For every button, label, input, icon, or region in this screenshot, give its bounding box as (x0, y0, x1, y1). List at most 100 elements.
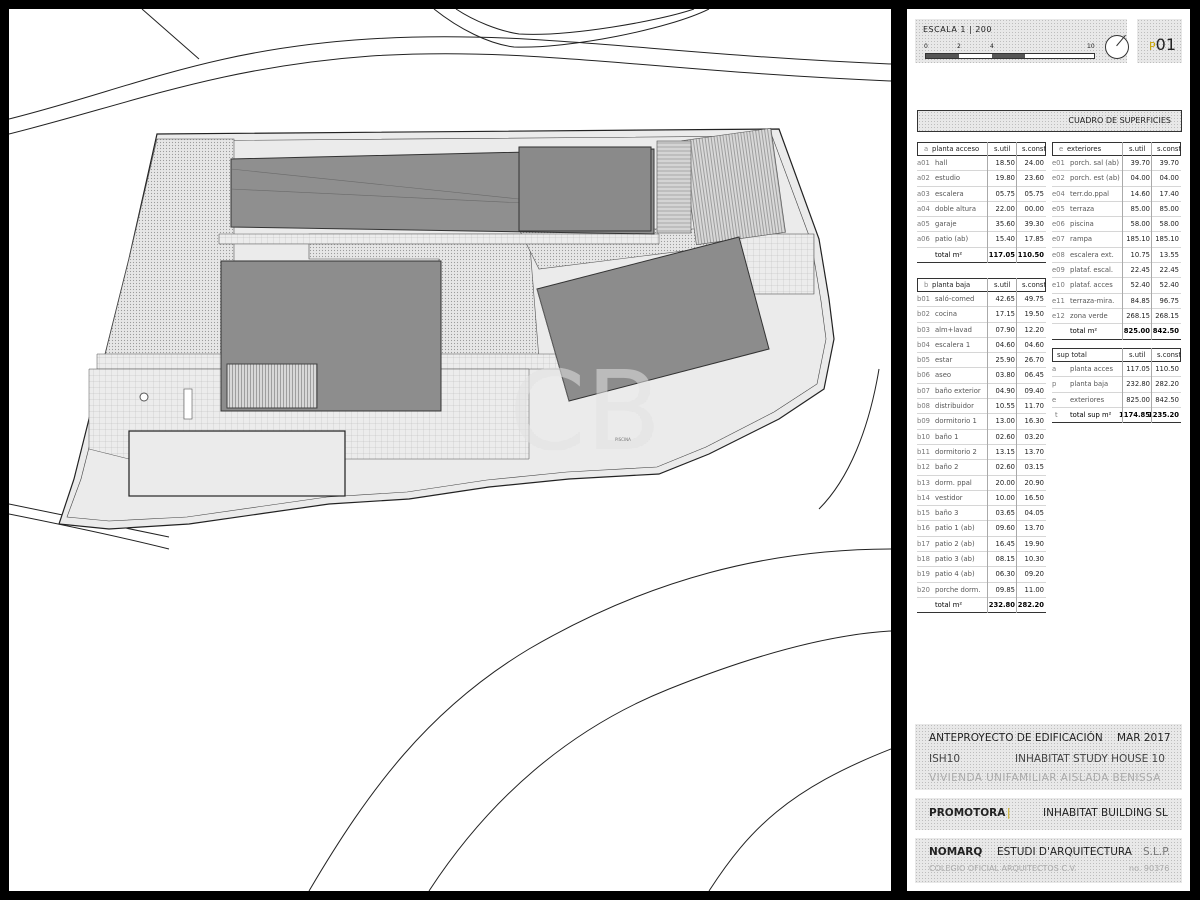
table-row: b10 baño 1 02.60 03.20 (917, 430, 1046, 445)
table-row: b03 alm+lavad 07.90 12.20 (917, 323, 1046, 338)
table-row: e10 plataf. acces 52.40 52.40 (1052, 278, 1181, 294)
pool (128, 430, 346, 497)
row-code: b16 (917, 524, 930, 533)
table-row: b12 baño 2 02.60 03.15 (917, 460, 1046, 476)
row-util: 185.10 (1126, 235, 1150, 244)
row-util: 58.00 (1130, 220, 1150, 229)
row-code: b19 (917, 570, 930, 579)
row-name: saló-comed (935, 295, 975, 303)
table-header: e exteriores s.util s.const (1052, 142, 1181, 156)
row-util: 85.00 (1130, 204, 1150, 213)
row-util: 04.90 (995, 386, 1015, 395)
row-const: 282.20 (1155, 380, 1179, 389)
architect-name: NOMARQ (929, 846, 983, 858)
table-row: e07 rampa 185.10 185.10 (1052, 232, 1181, 248)
row-code: e10 (1052, 281, 1065, 290)
row-code: e02 (1052, 174, 1065, 183)
column-divider (1151, 142, 1152, 340)
row-const: 04.05 (1024, 509, 1044, 518)
table-row: e06 piscina 58.00 58.00 (1052, 217, 1181, 233)
table-row: b14 vestidor 10.00 16.50 (917, 491, 1046, 507)
table-row: e08 escalera ext. 10.75 13.55 (1052, 248, 1181, 264)
row-name: porch. est (ab) (1070, 174, 1120, 183)
table-row: a01 hall 18.50 24.00 (917, 156, 1046, 172)
row-util: 25.90 (995, 356, 1015, 365)
row-util: 117.05 (1126, 365, 1150, 373)
table-row: b19 patio 4 (ab) 06.30 09.20 (917, 567, 1046, 583)
row-code: b13 (917, 478, 930, 487)
architect-studio: ESTUDI D'ARQUITECTURA (997, 846, 1132, 858)
row-const: 11.00 (1024, 585, 1044, 594)
row-name: escalera 1 (935, 340, 971, 349)
row-const: 09.20 (1024, 570, 1044, 579)
row-code: a02 (917, 174, 930, 183)
total-const: 110.50 (1017, 250, 1044, 259)
row-const: 49.75 (1024, 295, 1044, 303)
row-code: e05 (1052, 204, 1065, 213)
sheet-prefix: P (1149, 40, 1156, 53)
row-const: 185.10 (1155, 235, 1179, 244)
table-total-row: total m² 232.80 282.20 (917, 598, 1046, 614)
row-util: 35.60 (995, 220, 1015, 229)
table-row: e09 plataf. escal. 22.45 22.45 (1052, 263, 1181, 279)
row-const: 39.30 (1024, 220, 1044, 229)
promotora-label: PROMOTORA (929, 807, 1006, 819)
row-util: 06.30 (995, 570, 1015, 579)
column-divider (1122, 348, 1123, 423)
row-const: 110.50 (1155, 365, 1179, 373)
table-row: b11 dormitorio 2 13.15 13.70 (917, 445, 1046, 461)
row-const: 26.70 (1024, 356, 1044, 365)
row-code: b01 (917, 295, 930, 303)
scale-tick: 4 (990, 43, 994, 50)
table-row: b17 patio 2 (ab) 16.45 19.90 (917, 537, 1046, 553)
row-code: b15 (917, 509, 930, 518)
row-code: b11 (917, 447, 930, 456)
row-name: piscina (1070, 220, 1094, 229)
row-const: 16.30 (1024, 417, 1044, 426)
row-code: b09 (917, 417, 930, 426)
row-const: 03.20 (1024, 432, 1044, 441)
row-util: 825.00 (1126, 395, 1150, 404)
row-const: 19.90 (1024, 539, 1044, 548)
scale-tick: 10 (1087, 43, 1095, 50)
project-description: VIVIENDA UNIFAMILIAR AISLADA BENISSA (929, 772, 1161, 784)
row-util: 19.80 (995, 174, 1015, 183)
row-const: 39.70 (1159, 159, 1179, 167)
table-planta-acceso: a planta acceso s.util s.const a01 hall 18.50 2… (917, 142, 1046, 264)
row-const: 52.40 (1159, 281, 1179, 290)
row-util: 22.00 (995, 204, 1015, 213)
row-code: b17 (917, 539, 930, 548)
table-row: e01 porch. sal (ab) 39.70 39.70 (1052, 156, 1181, 172)
row-util: 14.60 (1130, 189, 1150, 198)
row-name: plataf. escal. (1070, 266, 1114, 275)
row-util: 03.65 (995, 509, 1015, 518)
row-const: 16.50 (1024, 493, 1044, 502)
row-const: 842.50 (1155, 395, 1179, 404)
table-row: e exteriores 825.00 842.50 (1052, 393, 1181, 408)
row-util: 268.15 (1126, 311, 1150, 320)
row-const: 20.90 (1024, 478, 1044, 487)
promotora-value: INHABITAT BUILDING SL (1043, 807, 1168, 819)
col-const-header: s.const (1157, 145, 1182, 153)
title-sheet: ESCALA 1 | 200 0 2 4 10 P01 CUADRO DE SU… (907, 9, 1190, 891)
row-const: 58.00 (1159, 220, 1179, 229)
row-code: e (1052, 395, 1057, 404)
row-name: hall (935, 159, 948, 167)
row-code: b10 (917, 432, 930, 441)
table-row: a02 estudio 19.80 23.60 (917, 171, 1046, 187)
section-title: planta acceso (932, 145, 980, 153)
row-code: b18 (917, 555, 930, 564)
row-const: 13.55 (1159, 250, 1179, 259)
row-util: 05.75 (995, 189, 1015, 198)
row-name: alm+lavad (935, 325, 972, 334)
row-code: p (1052, 380, 1057, 389)
row-const: 268.15 (1155, 311, 1179, 320)
table-row: a planta acces 117.05 110.50 (1052, 362, 1181, 378)
row-util: 02.60 (995, 432, 1015, 441)
row-name: dorm. ppal (935, 478, 972, 487)
table-row: b13 dorm. ppal 20.00 20.90 (917, 476, 1046, 491)
row-const: 12.20 (1024, 325, 1044, 334)
row-util: 04.00 (1130, 174, 1150, 183)
surfaces-title: CUADRO DE SUPERFICIES (1068, 116, 1171, 125)
architect-block: NOMARQ ESTUDI D'ARQUITECTURA S.L.P. COLE… (915, 838, 1182, 883)
